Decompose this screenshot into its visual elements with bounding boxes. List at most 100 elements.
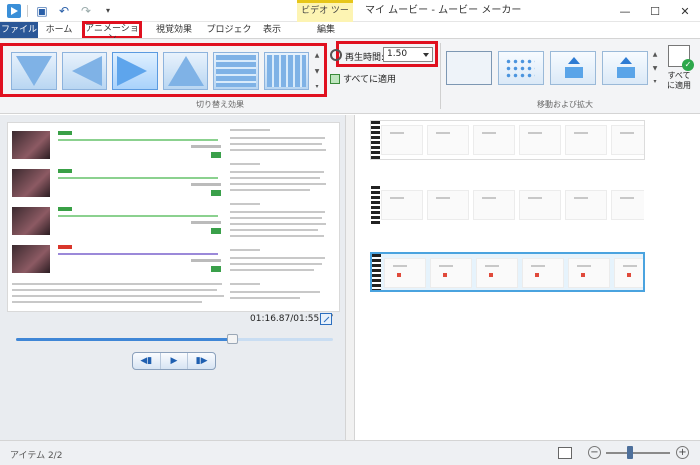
minimize-icon[interactable]: — (610, 0, 640, 22)
clock-icon (330, 49, 342, 61)
frame-paragraph-line (230, 297, 300, 299)
clip-frame (476, 258, 518, 288)
apply-all-pan-zoom-button[interactable]: すべてに適用 (664, 45, 694, 91)
scroll-up-icon[interactable]: ▲ (315, 52, 320, 59)
seek-bar-fill (16, 338, 232, 341)
frame-paragraph-line (230, 163, 260, 165)
clip-frame (384, 258, 426, 288)
transitions-gallery-scroll[interactable]: ▲ ▼ ▾ (313, 52, 321, 90)
zoom-out-icon[interactable]: − (588, 446, 601, 459)
apply-all-check-icon (668, 45, 694, 71)
tab-home[interactable]: ホーム (44, 22, 74, 38)
chevron-down-icon (423, 53, 429, 57)
app-icon[interactable] (7, 4, 21, 18)
duration-value: 1.50 (387, 49, 408, 59)
transition-reveal-right[interactable] (112, 52, 158, 90)
seek-thumb[interactable] (226, 334, 238, 344)
pan-frame-icon (617, 67, 635, 78)
thumbnail-size-icon[interactable] (558, 447, 572, 459)
tab-view[interactable]: 表示 (258, 22, 286, 38)
scroll-down-icon[interactable]: ▼ (653, 65, 658, 72)
tab-file[interactable]: ファイル (0, 22, 38, 38)
frame-thumbnail (12, 169, 50, 197)
storyboard (356, 115, 700, 440)
pan-zoom-up-alt[interactable] (602, 51, 648, 85)
video-tools-context-label: ビデオ ツール (297, 0, 353, 33)
zoom-slider-thumb[interactable] (627, 446, 633, 459)
frame-paragraph-line (230, 235, 324, 237)
arrow-up-icon (620, 57, 632, 64)
frame-button (211, 266, 221, 272)
previous-frame-icon[interactable]: ◀▮ (133, 353, 161, 369)
pan-zoom-up[interactable] (550, 51, 596, 85)
clip-frame (473, 125, 515, 155)
tab-project[interactable]: プロジェクト (204, 22, 254, 51)
pan-zoom-gallery-scroll[interactable]: ▲ ▼ ▾ (651, 51, 659, 85)
transition-bars-horizontal[interactable] (213, 52, 259, 90)
frame-paragraph-line (230, 217, 322, 219)
zoom-slider-track[interactable] (606, 452, 670, 454)
duration-select[interactable]: 1.50 (383, 47, 433, 62)
window-controls: — ☐ ✕ (610, 0, 700, 22)
storyboard-clip-selected[interactable] (370, 252, 645, 292)
frame-paragraph-line (230, 143, 322, 145)
tab-animation[interactable]: アニメーション (82, 21, 142, 44)
fullscreen-icon[interactable] (320, 313, 332, 325)
next-frame-icon[interactable]: ▮▶ (188, 353, 215, 369)
horizontal-bars-icon (216, 55, 256, 87)
pane-splitter[interactable] (345, 115, 355, 440)
storyboard-clip[interactable] (370, 120, 645, 160)
gallery-more-icon[interactable]: ▾ (653, 78, 656, 85)
customize-qat-icon[interactable]: ▾ (100, 3, 116, 19)
frame-tag (58, 207, 72, 211)
clip-frame (473, 190, 515, 220)
frame-meta (191, 145, 221, 148)
seek-bar[interactable] (16, 334, 333, 344)
frame-post-row (12, 203, 227, 239)
pan-zoom-auto[interactable] (498, 51, 544, 85)
frame-paragraph-line (230, 283, 260, 285)
frame-paragraph-line (230, 291, 320, 293)
scroll-down-icon[interactable]: ▼ (315, 68, 320, 75)
clip-frame (611, 190, 644, 220)
scroll-up-icon[interactable]: ▲ (653, 51, 658, 58)
preview-video-frame[interactable] (7, 122, 340, 312)
pan-frame-icon (565, 67, 583, 78)
storyboard-clip[interactable] (370, 185, 645, 225)
quick-access-toolbar: ▣ ↶ ↷ ▾ (0, 0, 116, 22)
gallery-more-icon[interactable]: ▾ (316, 83, 319, 90)
title-bar: ▣ ↶ ↷ ▾ ビデオ ツール マイ ムービー - ムービー メーカー — ☐ … (0, 0, 700, 33)
maximize-icon[interactable]: ☐ (640, 0, 670, 22)
clip-frame (381, 190, 423, 220)
transition-reveal-left[interactable] (61, 52, 108, 90)
close-icon[interactable]: ✕ (670, 0, 700, 22)
pan-zoom-group-label: 移動および拡大 (537, 100, 593, 109)
frame-meta (191, 183, 221, 186)
transition-reveal-down[interactable] (11, 52, 57, 90)
frame-paragraph-line (230, 263, 322, 265)
tab-edit[interactable]: 編集 (303, 22, 349, 38)
zoom-in-icon[interactable]: + (676, 446, 689, 459)
clip-frame (611, 125, 644, 155)
vertical-bars-icon (266, 55, 307, 87)
redo-icon[interactable]: ↷ (78, 3, 94, 19)
frame-paragraph-line (230, 183, 326, 185)
clip-frame (568, 258, 610, 288)
tab-visual-effects[interactable]: 視覚効果 (150, 22, 198, 38)
triangle-down-icon (16, 56, 52, 86)
clip-frame (565, 125, 607, 155)
apply-all-pan-zoom-label: すべてに適用 (667, 71, 691, 90)
frame-meta (191, 259, 221, 262)
save-icon[interactable]: ▣ (34, 3, 50, 19)
frame-tag (58, 169, 72, 173)
transition-reveal-up[interactable] (162, 52, 209, 90)
transition-bars-vertical[interactable] (263, 52, 310, 90)
undo-icon[interactable]: ↶ (56, 3, 72, 19)
frame-rule (58, 215, 218, 217)
pan-zoom-none[interactable] (446, 51, 492, 85)
duration-label: 再生時間: (345, 53, 385, 63)
play-icon[interactable]: ▶ (161, 353, 189, 369)
apply-all-transitions-button[interactable]: すべてに適用 (330, 72, 396, 85)
frame-paragraph-line (230, 137, 325, 139)
filmstrip-edge (372, 254, 381, 290)
